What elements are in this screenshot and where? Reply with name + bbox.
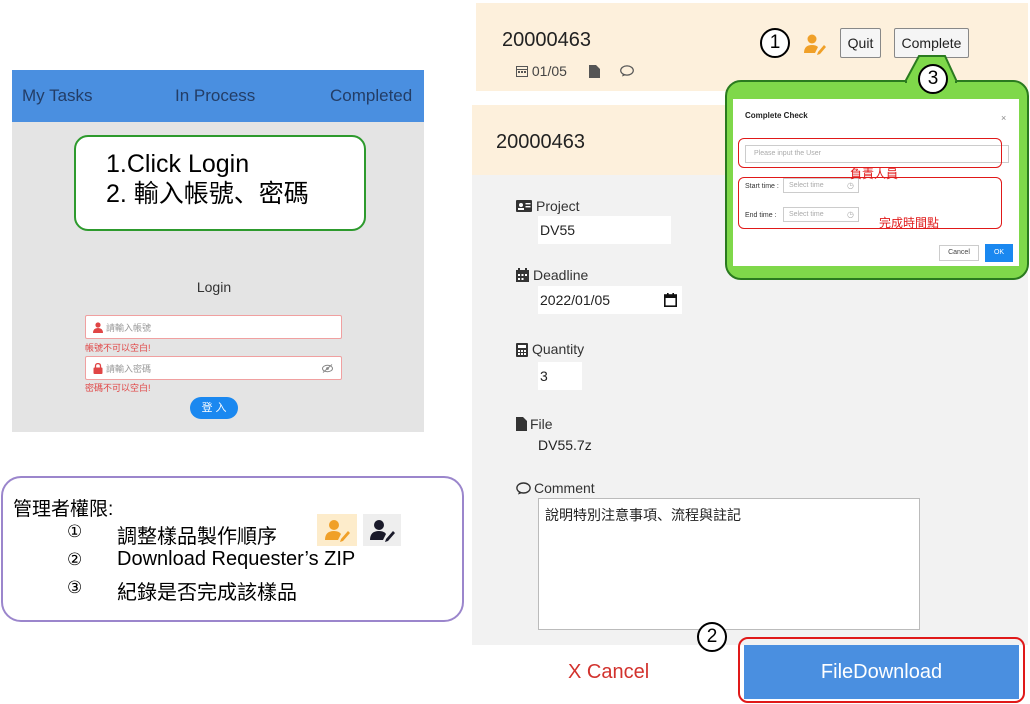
permission-text-1: 調整樣品製作順序 <box>117 526 277 548</box>
deadline-value: 2022/01/05 <box>540 292 611 308</box>
instruction-line-1: 1.Click Login <box>106 150 250 178</box>
login-button[interactable]: 登 入 <box>190 397 238 419</box>
task-date: 01/05 <box>531 63 567 79</box>
step-1-marker: 1 <box>760 28 790 58</box>
file-label: File <box>530 416 553 432</box>
task-meta: 01/05 <box>516 63 634 79</box>
task-id: 20000463 <box>502 29 591 51</box>
permission-text-2: Download Requester’s ZIP <box>117 548 356 570</box>
username-error: 帳號不可以空白! <box>85 343 151 353</box>
user-edit-icon[interactable] <box>802 33 828 55</box>
dialog-cancel-button[interactable]: Cancel <box>939 245 979 261</box>
lock-icon <box>93 363 103 374</box>
tab-my-tasks[interactable]: My Tasks <box>22 86 93 106</box>
close-icon[interactable]: × <box>1001 113 1006 123</box>
tab-completed[interactable]: Completed <box>330 86 412 106</box>
user-edit-orange-icon <box>317 514 357 546</box>
project-label: Project <box>536 198 580 214</box>
comment-textarea[interactable]: 說明特別注意事項、流程與註記 <box>538 498 920 630</box>
deadline-label: Deadline <box>533 267 589 283</box>
permission-num-3: ③ <box>67 578 83 597</box>
login-instruction-callout: 1.Click Login 2. 輸入帳號、密碼 <box>74 135 366 231</box>
eye-slash-icon[interactable] <box>322 364 333 373</box>
password-placeholder: 請輸入密碼 <box>106 364 152 374</box>
time-highlight <box>738 177 1002 229</box>
user-icon <box>93 322 103 333</box>
calendar-icon <box>516 268 529 282</box>
quit-button[interactable]: Quit <box>840 28 881 58</box>
instruction-line-2: 2. 輸入帳號、密碼 <box>106 180 309 208</box>
note-time: 完成時間點 <box>879 216 940 230</box>
admin-permissions-box: 管理者權限: ① 調整樣品製作順序 ② Download Requester’s… <box>1 476 464 622</box>
user-highlight <box>738 138 1002 168</box>
comment-icon[interactable] <box>619 65 634 77</box>
login-title: Login <box>196 279 232 295</box>
quantity-field[interactable]: 3 <box>538 362 582 390</box>
permission-text-3: 紀錄是否完成該樣品 <box>117 582 297 604</box>
password-error: 密碼不可以空白! <box>85 383 151 393</box>
deadline-field[interactable]: 2022/01/05 <box>538 286 682 314</box>
file-name[interactable]: DV55.7z <box>538 437 592 453</box>
dialog-ok-button[interactable]: OK <box>985 244 1013 262</box>
dialog-title: Complete Check <box>745 111 808 120</box>
file-download-button[interactable]: FileDownload <box>744 645 1019 699</box>
permission-num-2: ② <box>67 550 83 569</box>
quantity-label: Quantity <box>532 341 585 357</box>
file-icon[interactable] <box>588 65 600 78</box>
calendar-icon <box>516 66 528 77</box>
project-field[interactable]: DV55 <box>538 216 671 244</box>
top-nav: My Tasks In Process Completed <box>12 70 424 122</box>
password-input[interactable]: 請輸入密碼 <box>85 356 342 380</box>
comment-icon <box>516 482 531 495</box>
id-card-icon <box>516 200 532 212</box>
username-input[interactable]: 請輸入帳號 <box>85 315 342 339</box>
tab-in-process[interactable]: In Process <box>175 86 255 106</box>
permissions-title: 管理者權限: <box>13 499 114 520</box>
calculator-icon <box>516 343 528 357</box>
file-icon <box>516 417 527 431</box>
comment-label: Comment <box>534 480 595 496</box>
user-edit-dark-icon <box>363 514 401 546</box>
login-screen: My Tasks In Process Completed 1.Click Lo… <box>12 70 424 432</box>
detail-task-id: 20000463 <box>496 131 585 153</box>
permission-num-1: ① <box>67 522 83 541</box>
cancel-button[interactable]: X Cancel <box>568 661 649 684</box>
step-3-marker: 3 <box>918 64 948 94</box>
username-placeholder: 請輸入帳號 <box>106 323 152 333</box>
step-2-marker: 2 <box>697 622 727 652</box>
date-picker-icon[interactable] <box>664 293 677 307</box>
